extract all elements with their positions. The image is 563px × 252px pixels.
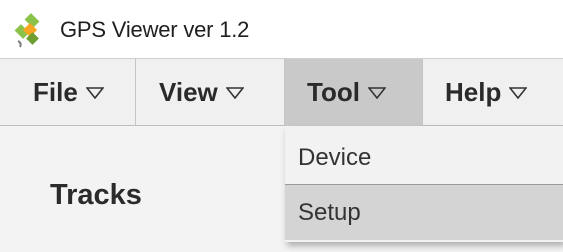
tracks-heading: Tracks <box>50 179 142 211</box>
menu-file[interactable]: File <box>0 59 136 126</box>
chevron-down-icon <box>367 86 386 99</box>
menu-file-label: File <box>33 77 78 107</box>
menu-tool[interactable]: Tool <box>285 59 423 126</box>
menu-help[interactable]: Help <box>423 59 563 126</box>
menu-help-label: Help <box>445 77 502 107</box>
menu-tool-label: Tool <box>307 77 360 107</box>
chevron-down-icon <box>85 86 104 99</box>
menu-bar: File View Tool Help <box>0 58 563 126</box>
chevron-down-icon <box>509 86 528 99</box>
tool-dropdown-menu: Device Setup <box>285 126 563 242</box>
menu-view[interactable]: View <box>136 59 285 126</box>
menu-item-device[interactable]: Device <box>285 130 563 186</box>
window-title: GPS Viewer ver 1.2 <box>60 17 250 42</box>
menu-item-setup[interactable]: Setup <box>285 184 563 240</box>
chevron-down-icon <box>225 86 244 99</box>
title-bar: GPS Viewer ver 1.2 <box>0 0 563 58</box>
menu-view-label: View <box>159 77 218 107</box>
gps-satellite-icon <box>14 13 40 48</box>
